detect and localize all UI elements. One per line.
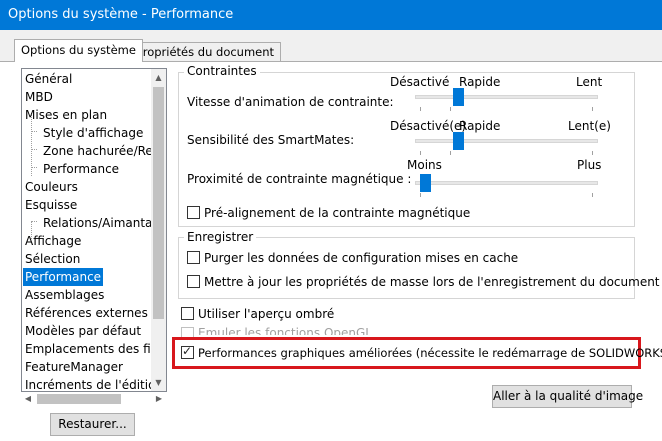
- prealign-label: Pré-alignement de la contrainte magnétiq…: [204, 206, 471, 220]
- update-mass-props-label: Mettre à jour les propriétés de masse lo…: [204, 275, 660, 289]
- prealign-checkbox[interactable]: [187, 206, 200, 219]
- slider1-right-label: Lent: [576, 75, 603, 89]
- constraints-group-title: Contraintes: [184, 64, 260, 78]
- tree-item-display[interactable]: Affichage: [23, 232, 83, 250]
- options-tree[interactable]: Général MBD Mises en plan Style d'affich…: [21, 68, 167, 392]
- tree-item-relations[interactable]: Relations/Aimantatio: [41, 214, 166, 232]
- slider-tick: [592, 151, 593, 155]
- tree-item-mbd[interactable]: MBD: [23, 88, 55, 106]
- slider1-mid-label: Rapide: [459, 75, 501, 89]
- tree-item-hatch[interactable]: Zone hachurée/Remp: [41, 142, 166, 160]
- tree-item-featuremanager[interactable]: FeatureManager: [23, 358, 125, 376]
- slider-thumb[interactable]: [420, 174, 431, 192]
- tree-connector: [31, 149, 37, 150]
- window-title: Options du système - Performance: [0, 0, 662, 30]
- slider-tick: [592, 193, 593, 197]
- tree-item-selection[interactable]: Sélection: [23, 250, 82, 268]
- slider3-left-label: Moins: [407, 158, 442, 172]
- slider-thumb[interactable]: [453, 132, 465, 150]
- tree-item-file-locations[interactable]: Emplacements des fichi: [23, 340, 166, 358]
- enhanced-graphics-label: Performances graphiques améliorées (néce…: [198, 346, 662, 360]
- enhanced-graphics-checkbox[interactable]: ✓: [181, 344, 194, 359]
- slider2-right-label: Lent(e): [568, 119, 611, 133]
- slider2-mid-label: Rapide: [459, 119, 501, 133]
- tree-item-colors[interactable]: Couleurs: [23, 178, 80, 196]
- scroll-right-icon[interactable]: ▶: [152, 391, 166, 407]
- restore-button[interactable]: Restaurer...: [50, 413, 135, 436]
- tab-strip: Options du système Propriétés du documen…: [0, 30, 662, 62]
- slider-tick: [450, 151, 451, 155]
- slider-tick: [450, 107, 451, 111]
- tree-item-drawing-performance[interactable]: Performance: [41, 160, 121, 178]
- slider2-label: Sensibilité des SmartMates:: [187, 133, 355, 147]
- tree-connector: [31, 167, 37, 168]
- tree-item-display-style[interactable]: Style d'affichage: [41, 124, 145, 142]
- tree-item-sketch[interactable]: Esquisse: [23, 196, 79, 214]
- save-group-title: Enregistrer: [184, 230, 257, 244]
- slider-tick: [420, 193, 421, 197]
- scroll-up-icon[interactable]: ▲: [151, 69, 166, 86]
- hscroll-thumb[interactable]: [37, 394, 121, 404]
- checkmark-icon: ✓: [182, 344, 193, 358]
- slider-tick: [420, 151, 421, 155]
- tree-item-default-templates[interactable]: Modèles par défaut: [23, 322, 143, 340]
- tree-item-general[interactable]: Général: [23, 70, 74, 88]
- opengl-emulation-label: Emuler les fonctions OpenGL: [198, 326, 372, 335]
- tree-item-external-refs[interactable]: Références externes: [23, 304, 150, 322]
- image-quality-button[interactable]: Aller à la qualité d'image: [492, 385, 643, 408]
- smartmates-sensitivity-slider[interactable]: [415, 132, 598, 150]
- slider3-right-label: Plus: [577, 158, 602, 172]
- purge-cache-label: Purger les données de configuration mise…: [204, 251, 519, 265]
- scroll-left-icon[interactable]: ◀: [21, 391, 35, 407]
- magnetic-mate-proximity-slider[interactable]: [415, 174, 598, 192]
- slider1-label: Vitesse d'animation de contrainte:: [187, 95, 394, 109]
- slider1-left-label: Désactivé: [390, 75, 450, 89]
- slider-tick: [592, 107, 593, 111]
- slider-thumb[interactable]: [453, 88, 465, 106]
- tree-item-assemblies[interactable]: Assemblages: [23, 286, 106, 304]
- purge-cache-checkbox[interactable]: [187, 251, 200, 264]
- slider-tick: [420, 107, 421, 111]
- constraint-animation-speed-slider[interactable]: [415, 88, 598, 106]
- tab-system-options[interactable]: Options du système: [14, 39, 143, 62]
- slider3-label: Proximité de contrainte magnétique :: [187, 172, 412, 186]
- slider2-left-label: Désactivé(e): [390, 119, 467, 133]
- scroll-down-icon[interactable]: ▼: [151, 374, 166, 391]
- save-group: [178, 237, 635, 299]
- scroll-thumb[interactable]: [153, 87, 164, 319]
- tree-connector: [31, 221, 37, 222]
- tree-connector: [31, 131, 37, 132]
- tree-item-performance[interactable]: Performance: [23, 268, 104, 286]
- shaded-preview-label: Utiliser l'aperçu ombré: [198, 307, 335, 321]
- tree-vertical-scrollbar[interactable]: ▲ ▼: [151, 69, 166, 391]
- tab-document-properties[interactable]: Propriétés du document: [129, 42, 282, 62]
- tree-horizontal-scrollbar[interactable]: ◀ ▶: [21, 391, 167, 407]
- shaded-preview-checkbox[interactable]: [181, 307, 194, 320]
- tree-item-spin-increments[interactable]: Incréments de l'édition: [23, 376, 165, 391]
- update-mass-props-checkbox[interactable]: [187, 275, 200, 288]
- tree-item-drawings[interactable]: Mises en plan: [23, 106, 109, 124]
